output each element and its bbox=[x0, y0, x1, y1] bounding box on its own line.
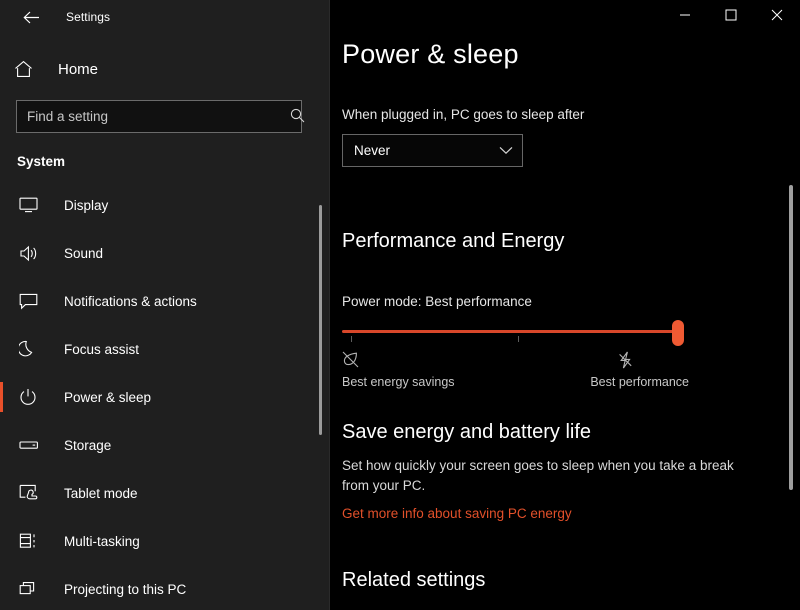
projecting-icon bbox=[19, 578, 45, 600]
sidebar-nav: Display Sound Notifications & actions Fo… bbox=[0, 181, 330, 610]
sidebar-section-title: System bbox=[17, 154, 66, 169]
leaf-icon bbox=[342, 351, 455, 371]
tablet-touch-icon bbox=[19, 482, 45, 504]
lightning-bolt-icon bbox=[590, 351, 633, 371]
sidebar-item-tablet-mode[interactable]: Tablet mode bbox=[0, 469, 330, 517]
sidebar-item-label: Projecting to this PC bbox=[64, 581, 187, 597]
sidebar-item-label: Focus assist bbox=[64, 341, 140, 357]
settings-window: Settings Home System bbox=[0, 0, 800, 610]
monitor-icon bbox=[19, 194, 45, 216]
sidebar-item-focus-assist[interactable]: Focus assist bbox=[0, 325, 330, 373]
sidebar-item-power-sleep[interactable]: Power & sleep bbox=[0, 373, 330, 421]
sidebar-item-label: Notifications & actions bbox=[64, 293, 197, 309]
back-button[interactable] bbox=[10, 2, 52, 32]
sleep-timeout-value: Never bbox=[354, 142, 391, 158]
slider-max-label: Best performance bbox=[590, 374, 689, 389]
power-mode-slider[interactable] bbox=[342, 319, 687, 346]
sidebar-item-label: Tablet mode bbox=[64, 485, 138, 501]
sidebar-item-label: Sound bbox=[64, 245, 104, 261]
sleep-timeout-label: When plugged in, PC goes to sleep after bbox=[342, 106, 585, 122]
speaker-icon bbox=[19, 242, 45, 264]
sidebar-item-label: Power & sleep bbox=[64, 389, 152, 405]
slider-endpoints: Best energy savings Best performance bbox=[342, 351, 689, 397]
sidebar-item-sound[interactable]: Sound bbox=[0, 229, 330, 277]
main-scrollbar-thumb[interactable] bbox=[789, 185, 793, 490]
slider-endpoint-min: Best energy savings bbox=[342, 351, 455, 389]
sidebar-item-display[interactable]: Display bbox=[0, 181, 330, 229]
minimize-button[interactable] bbox=[662, 0, 708, 30]
sidebar-item-storage[interactable]: Storage bbox=[0, 421, 330, 469]
slider-min-label: Best energy savings bbox=[342, 374, 455, 389]
search-input[interactable] bbox=[16, 100, 302, 133]
sidebar-item-label: Display bbox=[64, 197, 109, 213]
slider-thumb[interactable] bbox=[672, 319, 684, 346]
slider-track bbox=[342, 329, 679, 333]
sidebar-item-label-home: Home bbox=[58, 60, 99, 78]
home-icon bbox=[14, 60, 46, 78]
sleep-timeout-dropdown[interactable]: Never bbox=[342, 133, 523, 167]
sidebar-scrollbar-thumb[interactable] bbox=[319, 205, 322, 435]
sidebar-item-label: Storage bbox=[64, 437, 112, 453]
save-energy-heading: Save energy and battery life bbox=[342, 420, 592, 443]
save-energy-body: Set how quickly your screen goes to slee… bbox=[342, 457, 734, 493]
power-icon bbox=[19, 386, 45, 408]
sidebar-item-notifications[interactable]: Notifications & actions bbox=[0, 277, 330, 325]
page-title: Power & sleep bbox=[342, 39, 519, 69]
performance-energy-heading: Performance and Energy bbox=[342, 229, 565, 252]
main-content: Power & sleep When plugged in, PC goes t… bbox=[330, 0, 800, 610]
chat-bubble-icon bbox=[19, 290, 45, 312]
search-container bbox=[16, 100, 314, 133]
maximize-button[interactable] bbox=[708, 0, 754, 30]
sidebar-item-projecting[interactable]: Projecting to this PC bbox=[0, 565, 330, 610]
power-mode-label: Power mode: Best performance bbox=[342, 293, 532, 309]
close-button[interactable] bbox=[754, 0, 800, 30]
sidebar-item-multi-tasking[interactable]: Multi-tasking bbox=[0, 517, 330, 565]
sidebar-item-home[interactable]: Home bbox=[0, 48, 330, 90]
multitasking-icon bbox=[19, 530, 45, 552]
related-settings-heading: Related settings bbox=[342, 569, 486, 592]
sidebar-item-label: Multi-tasking bbox=[64, 533, 140, 549]
main-inner: Power & sleep When plugged in, PC goes t… bbox=[330, 0, 800, 592]
slider-endpoint-max: Best performance bbox=[590, 351, 689, 389]
slider-tick bbox=[518, 335, 519, 342]
window-title: Settings bbox=[66, 10, 111, 24]
chevron-down-icon bbox=[499, 143, 513, 158]
moon-icon bbox=[19, 338, 45, 360]
drive-icon bbox=[19, 434, 45, 456]
save-energy-link[interactable]: Get more info about saving PC energy bbox=[342, 506, 572, 521]
titlebar: Settings bbox=[0, 0, 330, 34]
slider-tick bbox=[351, 335, 352, 342]
sidebar: Settings Home System bbox=[0, 0, 330, 610]
window-controls bbox=[662, 0, 800, 30]
